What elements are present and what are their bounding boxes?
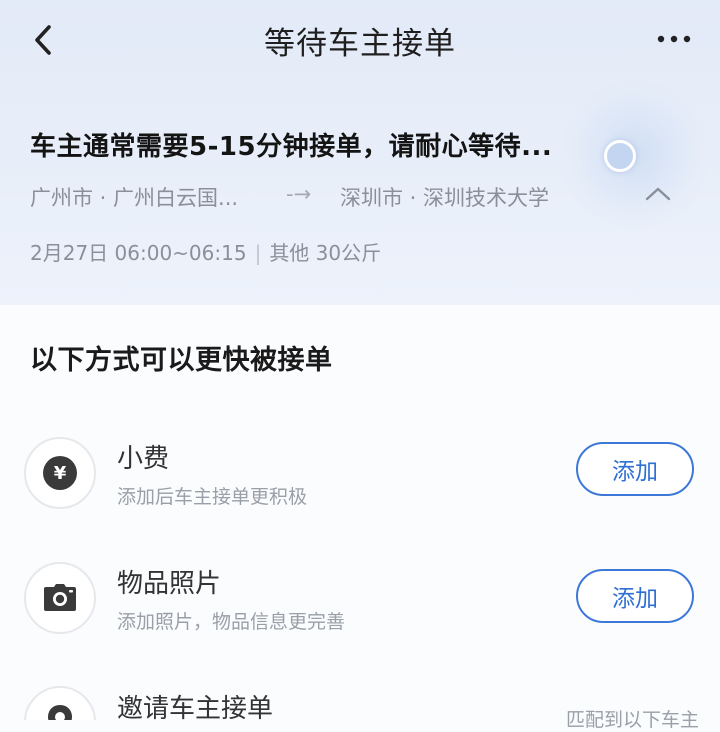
order-header-panel: 等待车主接单 车主通常需要5-15分钟接单，请耐心等待... 广州市 · 广州白… [0,0,720,305]
route-destination: 深圳市 · 深圳技术大学 [340,186,550,210]
svg-text:¥: ¥ [54,463,67,484]
add-photo-button[interactable]: 添加 [576,569,694,623]
add-tip-button[interactable]: 添加 [576,442,694,496]
location-pin-icon [48,705,72,720]
section-title: 以下方式可以更快被接单 [30,345,333,376]
pickup-time: 2月27日 06:00~06:15 [30,241,247,265]
cargo-info: 其他 30公斤 [269,241,382,265]
collapse-button[interactable] [640,178,676,210]
chevron-up-icon [645,187,671,201]
option-title: 物品照片 [117,569,222,599]
more-button[interactable] [654,24,694,54]
camera-icon [44,584,76,611]
option-subtitle: 添加照片，物品信息更完善 [117,611,346,633]
route-line: 广州市 · 广州白云国... -→ 深圳市 · 深圳技术大学 [30,182,670,212]
yen-coin-icon: ¥ [43,456,77,490]
route-arrow-icon: -→ [286,182,312,206]
more-dots-icon [657,35,691,43]
matched-drivers-hint: 匹配到以下车主 [566,709,700,731]
invite-icon-wrap [24,686,96,720]
meta-separator: | [254,241,262,265]
tip-icon-wrap: ¥ [24,437,96,509]
page-title: 等待车主接单 [264,26,456,62]
option-title: 小费 [117,444,170,474]
photo-icon-wrap [24,562,96,634]
option-tip: ¥ 小费 添加后车主接单更积极 添加 [0,420,720,530]
option-subtitle: 添加后车主接单更积极 [117,486,308,508]
option-photo: 物品照片 添加照片，物品信息更完善 添加 [0,545,720,655]
order-meta: 2月27日 06:00~06:15 | 其他 30公斤 [30,237,381,266]
location-dot-icon [604,140,636,172]
route-origin: 广州市 · 广州白云国... [30,186,239,210]
option-title: 邀请车主接单 [117,694,274,720]
waiting-status-text: 车主通常需要5-15分钟接单，请耐心等待... [30,132,553,162]
